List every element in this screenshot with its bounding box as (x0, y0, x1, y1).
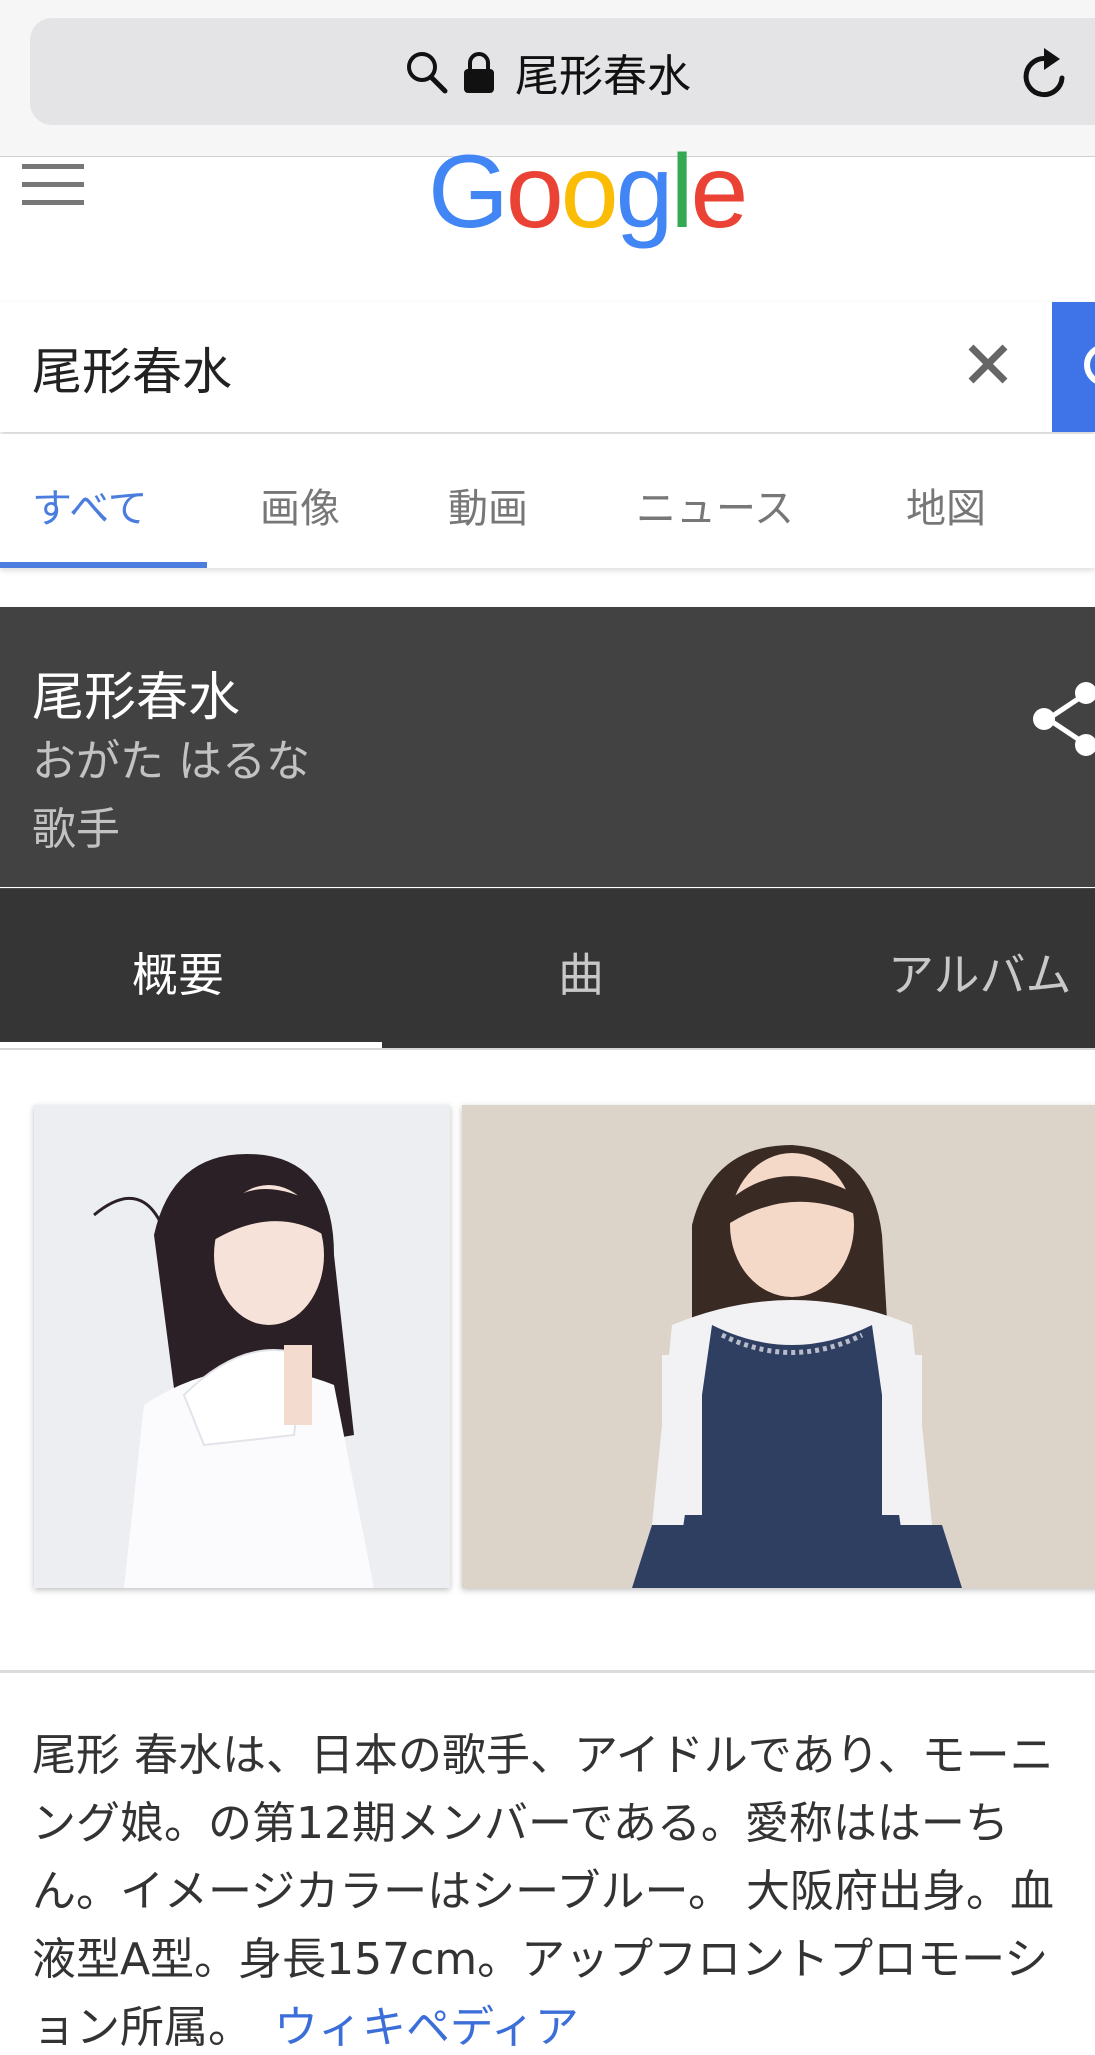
active-tab-indicator (0, 562, 207, 568)
reload-icon[interactable] (1018, 44, 1074, 104)
description-line: 尾形 春水は、日本の歌手、アイドルであり、モーニ (32, 1730, 1054, 1781)
page: 尾形春水 Google 尾形春水 すべて 画像 動画 ニュース 地図 尾形春水 … (0, 0, 1095, 2055)
tab-all[interactable]: すべて (32, 476, 148, 534)
description-line: 液型A型。身長157cm。アップフロントプロモーシ (32, 1934, 1049, 1985)
kp-type: 歌手 (32, 804, 120, 855)
kp-tab-albums[interactable]: アルバム (888, 939, 1072, 1005)
tab-news[interactable]: ニュース (636, 476, 794, 534)
logo-letter: o (560, 134, 619, 250)
tab-images[interactable]: 画像 (260, 476, 340, 534)
person-image (34, 1105, 450, 1588)
hamburger-menu-icon[interactable] (22, 160, 84, 210)
logo-letter: G (428, 134, 509, 250)
logo-letter: g (615, 134, 674, 250)
search-button-icon (1084, 344, 1095, 386)
clear-icon[interactable] (966, 342, 1010, 386)
section-divider (0, 1670, 1095, 1673)
description-last-line: ョン所属。 ウィキペディア (32, 1994, 1095, 2055)
kp-divider (0, 1048, 1095, 1050)
search-box[interactable]: 尾形春水 (0, 302, 1095, 432)
kp-tab-overview[interactable]: 概要 (132, 939, 224, 1005)
description-line: ん。イメージカラーはシーブルー。 大阪府出身。血 (32, 1866, 1055, 1917)
knowledge-panel-tabs: 概要 曲 アルバム (0, 888, 1095, 1049)
share-icon[interactable] (1030, 680, 1095, 758)
kp-reading: おがた はるな (32, 736, 310, 787)
person-image (462, 1105, 1095, 1588)
kp-tab-songs[interactable]: 曲 (558, 939, 604, 1005)
search-button[interactable] (1052, 302, 1095, 432)
knowledge-panel-header: 尾形春水 おがた はるな 歌手 (0, 607, 1095, 887)
description-line: ョン所属。 (32, 2002, 252, 2053)
wikipedia-link[interactable]: ウィキペディア (274, 2002, 579, 2053)
kp-title: 尾形春水 (32, 668, 241, 728)
logo-letter: o (505, 134, 564, 250)
description-line: ング娘。の第12期メンバーである。愛称ははーち (32, 1798, 1009, 1849)
google-logo[interactable]: Google (428, 134, 749, 250)
logo-letter: e (690, 134, 749, 250)
description: 尾形 春水は、日本の歌手、アイドルであり、モーニ ング娘。の第12期メンバーであ… (32, 1722, 1095, 2055)
logo-letter: l (670, 134, 693, 250)
photo-navy-dress[interactable] (462, 1105, 1095, 1588)
search-input[interactable]: 尾形春水 (32, 332, 232, 404)
search-icon (407, 52, 448, 94)
lock-icon (464, 52, 494, 93)
address-display[interactable]: 尾形春水 (405, 44, 691, 102)
tab-maps[interactable]: 地図 (906, 476, 986, 534)
search-tabs: すべて 画像 動画 ニュース 地図 (0, 434, 1095, 568)
photo-white-dress[interactable] (34, 1105, 450, 1588)
address-text: 尾形春水 (515, 51, 691, 102)
tab-videos[interactable]: 動画 (448, 476, 528, 534)
